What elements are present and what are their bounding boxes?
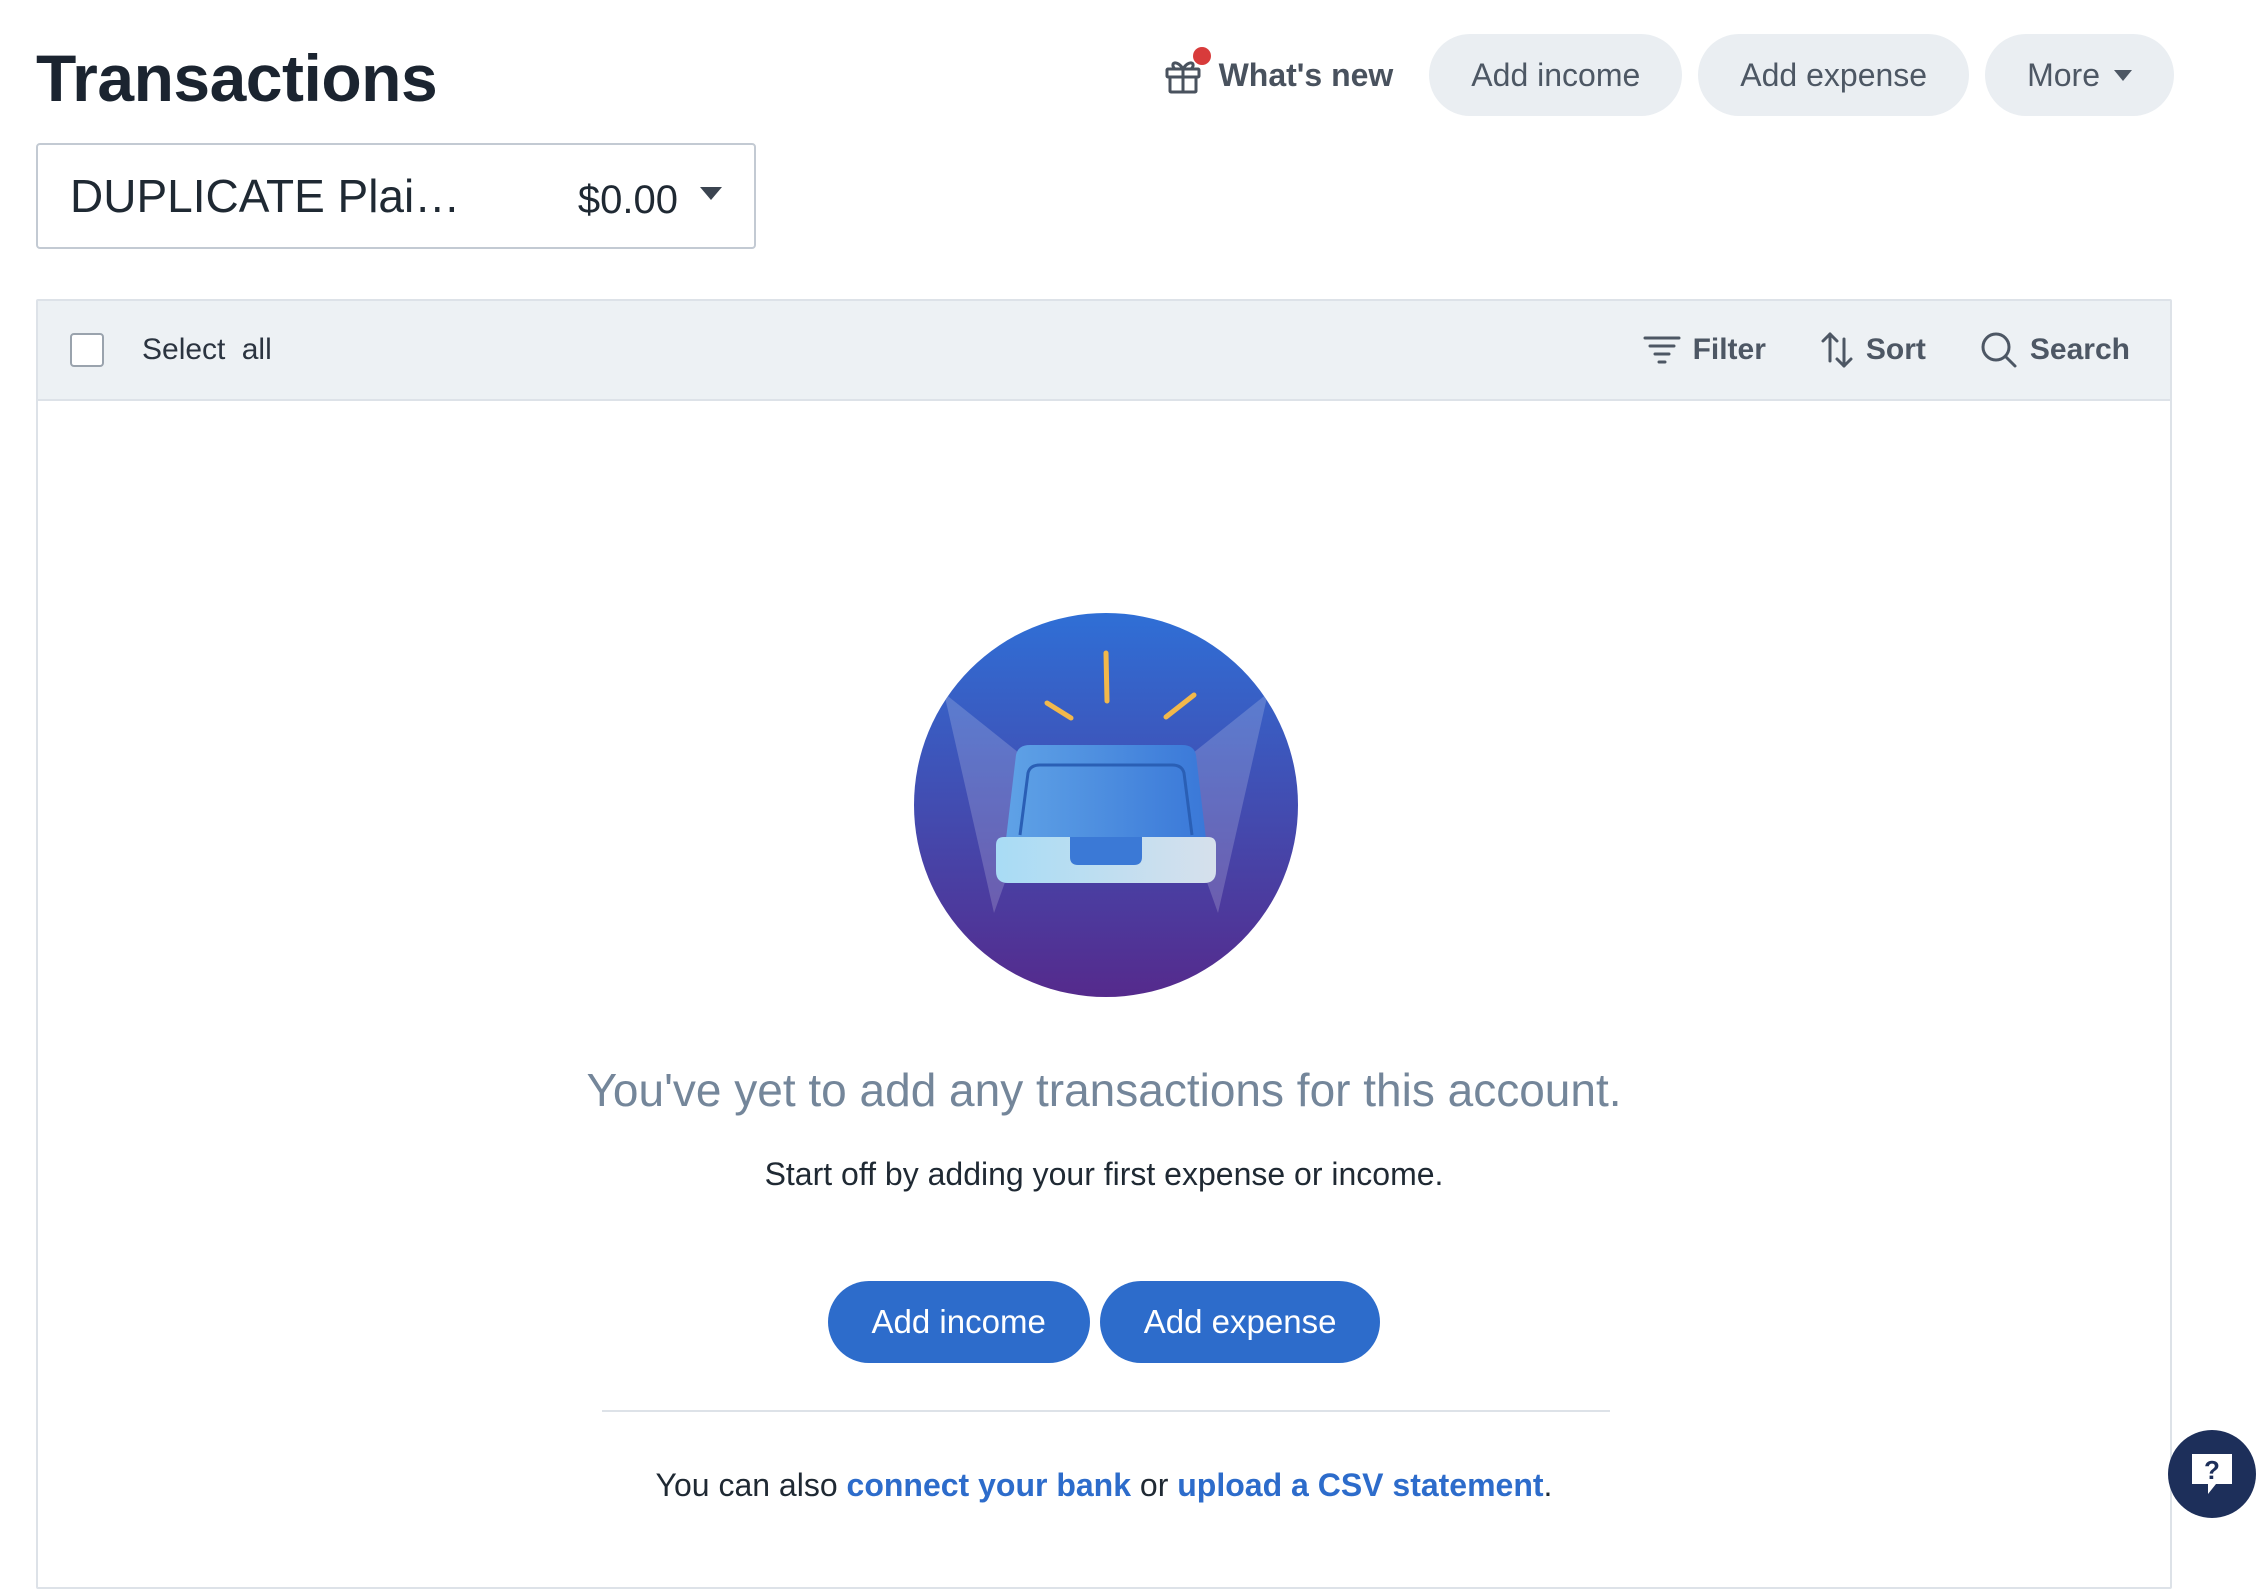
empty-state-title: You've yet to add any transactions for t… <box>586 1064 1622 1116</box>
account-name: DUPLICATE Plai… <box>70 170 461 222</box>
empty-state-subtitle: Start off by adding your first expense o… <box>764 1156 1444 1192</box>
divider <box>602 1410 1610 1412</box>
help-button[interactable]: ? <box>2168 1430 2256 1518</box>
add-expense-button[interactable]: Add expense <box>1099 1281 1381 1363</box>
empty-state-actions: Add income Add expense <box>38 1281 2170 1363</box>
select-all-checkbox[interactable] <box>70 333 104 367</box>
account-balance: $0.00 <box>577 177 678 222</box>
header-add-income-button[interactable]: Add income <box>1429 34 1683 116</box>
more-button[interactable]: More <box>1985 34 2174 116</box>
connect-bank-link[interactable]: connect your bank <box>847 1467 1132 1503</box>
empty-inbox-illustration <box>914 613 1298 997</box>
whats-new-label: What's new <box>1218 56 1394 93</box>
account-selector[interactable]: DUPLICATE Plai… $0.00 <box>36 143 756 249</box>
notification-dot <box>1192 47 1211 65</box>
footer-middle: or <box>1131 1467 1178 1503</box>
svg-text:?: ? <box>2204 1455 2220 1485</box>
upload-csv-link[interactable]: upload a CSV statement <box>1177 1467 1543 1503</box>
page-title: Transactions <box>36 41 438 115</box>
search-label: Search <box>2029 333 2130 366</box>
filter-icon <box>1643 336 1681 364</box>
chevron-down-icon <box>2114 69 2132 81</box>
empty-state-footer: You can also connect your bank or upload… <box>38 1467 2170 1504</box>
sort-icon <box>1821 332 1853 368</box>
search-button[interactable]: Search <box>1980 331 2130 369</box>
filter-label: Filter <box>1692 333 1766 366</box>
search-icon <box>1981 332 2017 368</box>
select-all-label: Select all <box>142 333 272 366</box>
sort-button[interactable]: Sort <box>1820 331 1926 369</box>
add-income-button[interactable]: Add income <box>827 1281 1090 1363</box>
gift-icon <box>1163 47 1211 95</box>
transactions-toolbar: Select all Filter Sort Search <box>38 301 2170 401</box>
footer-prefix: You can also <box>655 1467 847 1503</box>
sort-label: Sort <box>1865 333 1926 366</box>
header-actions: What's new Add income Add expense More <box>1143 34 2174 116</box>
transactions-panel: Select all Filter Sort Search You've yet… <box>36 299 2172 1589</box>
filter-button[interactable]: Filter <box>1643 333 1766 367</box>
header-add-expense-button[interactable]: Add expense <box>1698 34 1970 116</box>
help-icon: ? <box>2192 1454 2232 1494</box>
footer-suffix: . <box>1543 1467 1553 1503</box>
toolbar-tools: Filter Sort Search <box>1643 301 2130 399</box>
whats-new-button[interactable]: What's new <box>1143 34 1414 116</box>
chevron-down-icon <box>700 186 722 200</box>
more-label: More <box>2027 56 2100 93</box>
